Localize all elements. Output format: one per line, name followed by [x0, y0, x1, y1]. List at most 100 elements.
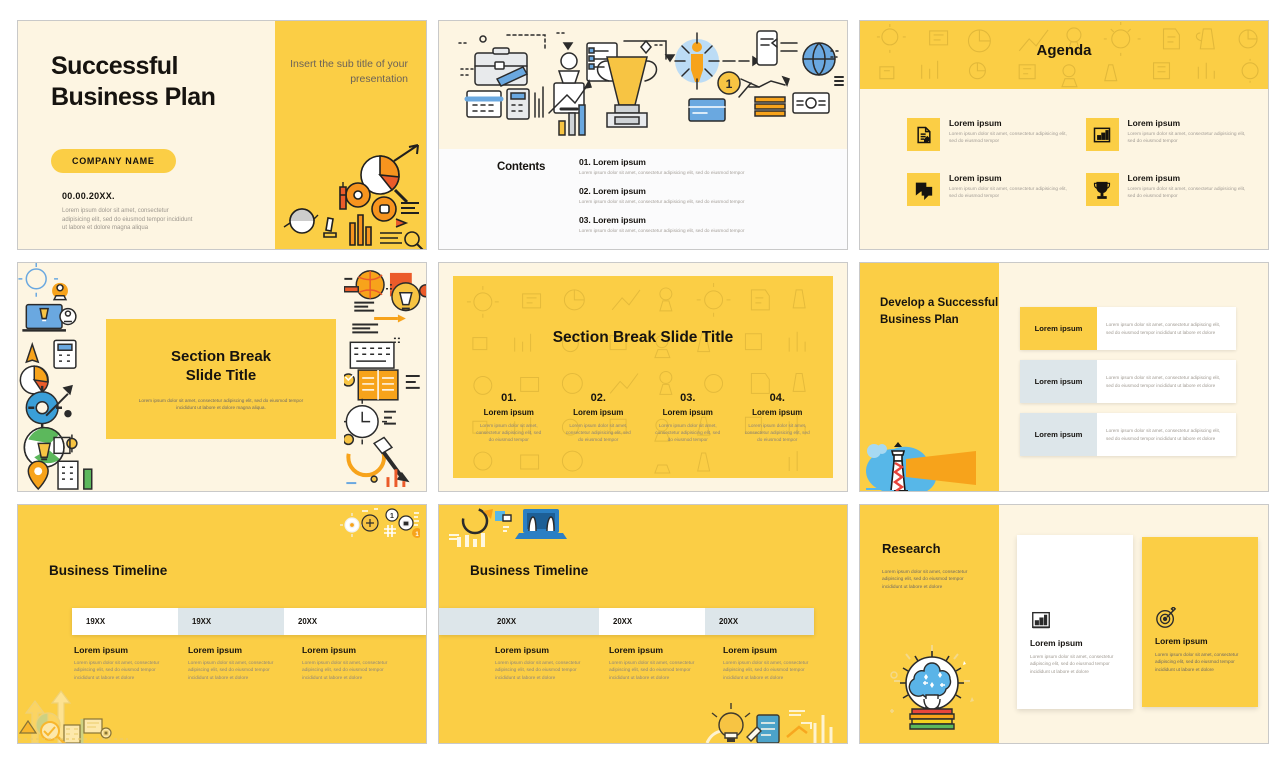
colorful-business-icons-left-art [18, 263, 93, 491]
column-title: Lorem ipsum [609, 645, 663, 655]
timeline-column[interactable]: Lorem ipsum Lorem ipsum dolor sit amet, … [723, 645, 837, 682]
column-body: Lorem ipsum dolor sit amet, consectetur … [188, 661, 274, 681]
item-title: Lorem ipsum [752, 408, 803, 417]
item-number: 01. [501, 392, 517, 404]
timeline-b-canvas: Business Timeline 20XX 20XX 20XX Lorem i… [439, 505, 847, 743]
timeline-year-segment[interactable]: 19XX [72, 608, 178, 635]
page-title: Agenda [1036, 42, 1092, 59]
title-subtitle: Insert the sub title of your presentatio… [290, 58, 408, 86]
agenda-item-body: Lorem ipsum dolor sit amet, consectetur … [949, 187, 1067, 200]
title-body-text: Lorem ipsum dolor sit amet, consectetur … [62, 208, 193, 232]
table-row[interactable]: Lorem ipsum Lorem ipsum dolor sit amet, … [1020, 413, 1236, 456]
page-title: Section Break Slide Title [552, 329, 734, 346]
timeline-column[interactable]: Lorem ipsum Lorem ipsum dolor sit amet, … [74, 645, 188, 682]
timeline-year-segment[interactable]: 20XX [599, 608, 705, 635]
row-body: Lorem ipsum dolor sit amet, consectetur … [1106, 322, 1221, 335]
slide-thumbnail-contents[interactable]: 1 Contents 01. Lorem ipsum Lorem ipsum d… [438, 20, 848, 250]
agenda-item-body: Lorem ipsum dolor sit amet, consectetur … [949, 132, 1067, 145]
list-item[interactable]: 04. Lorem ipsum Lorem ipsum dolor sit am… [736, 392, 820, 443]
list-item[interactable]: 01. Lorem ipsum Lorem ipsum dolor sit am… [467, 392, 551, 443]
timeline-bar: 19XX 19XX 20XX [72, 608, 426, 635]
column-body: Lorem ipsum dolor sit amet, consectetur … [74, 661, 160, 681]
column-title: Lorem ipsum [723, 645, 777, 655]
list-item[interactable]: 03. Lorem ipsum Lorem ipsum dolor sit am… [646, 392, 730, 443]
slide-thumbnail-research[interactable]: Research Lorem ipsum dolor sit amet, con… [859, 504, 1269, 744]
table-row[interactable]: Lorem ipsum Lorem ipsum dolor sit amet, … [1020, 360, 1236, 403]
timeline-year-segment[interactable]: 19XX [178, 608, 284, 635]
brain-lightbulb-on-books-art [890, 645, 974, 730]
agenda-item[interactable]: Lorem ipsum Lorem ipsum dolor sit amet, … [1085, 118, 1251, 151]
column-body: Lorem ipsum dolor sit amet, consectetur … [609, 661, 695, 681]
item-number: 03. [680, 392, 696, 404]
table-row[interactable]: Lorem ipsum Lorem ipsum dolor sit amet, … [1020, 307, 1236, 350]
timeline-year-segment[interactable]: 20XX [705, 608, 814, 635]
bar-chart-icon [1030, 609, 1052, 631]
column-title: Lorem ipsum [188, 645, 242, 655]
agenda-item[interactable]: Lorem ipsum Lorem ipsum dolor sit amet, … [907, 173, 1072, 206]
page-title: Business Timeline [470, 563, 589, 578]
slide-thumbnail-section-break-boxed[interactable]: Section Break Slide Title Lorem ipsum dol… [17, 262, 427, 492]
section-break-box: Section Break Slide Title Lorem ipsum dol… [106, 319, 336, 439]
column-title: Lorem ipsum [74, 645, 128, 655]
slide-thumbnail-business-timeline-a[interactable]: 1 1 Business Timeline 19XX 19XX 20XX Lor… [17, 504, 427, 744]
row-body: Lorem ipsum dolor sit amet, consectetur … [1106, 428, 1221, 441]
timeline-columns: Lorem ipsum Lorem ipsum dolor sit amet, … [74, 645, 416, 682]
agenda-item-title: Lorem ipsum [949, 173, 1002, 183]
timeline-column[interactable]: Lorem ipsum Lorem ipsum dolor sit amet, … [302, 645, 416, 682]
row-label: Lorem ipsum [1020, 360, 1097, 403]
company-name-badge: COMPANY NAME [51, 149, 176, 173]
slide-thumbnail-grid: Insert the sub title of your presentatio… [0, 0, 1280, 760]
agenda-item[interactable]: Lorem ipsum Lorem ipsum dolor sit amet, … [1085, 173, 1251, 206]
item-title: Lorem ipsum [483, 408, 534, 417]
list-item[interactable]: 02. Lorem ipsum Lorem ipsum dolor sit am… [579, 186, 831, 204]
item-body: Lorem ipsum dolor sit amet, consectetur … [565, 423, 631, 443]
column-body: Lorem ipsum dolor sit amet, consectetur … [302, 661, 388, 681]
contents-item-body: Lorem ipsum dolor sit amet, consectetur … [579, 170, 745, 175]
contents-item-title: 03. Lorem ipsum [579, 215, 646, 225]
slide-thumbnail-business-timeline-b[interactable]: Business Timeline 20XX 20XX 20XX Lorem i… [438, 504, 848, 744]
page-title: Business Timeline [49, 563, 168, 578]
item-body: Lorem ipsum dolor sit amet, consectetur … [476, 423, 542, 443]
chat-bubbles-icon [907, 173, 940, 206]
row-label: Lorem ipsum [1020, 413, 1097, 456]
timeline-a-canvas: 1 1 Business Timeline 19XX 19XX 20XX Lor… [18, 505, 426, 743]
slide-thumbnail-develop-plan[interactable]: Develop a Successful Business Plan Lorem… [859, 262, 1269, 492]
page-title: Develop a Successful Business Plan [880, 297, 999, 326]
section-break-panel: Section Break Slide Title 01. Lorem ipsu… [453, 276, 833, 478]
column-title: Lorem ipsum [302, 645, 356, 655]
list-item[interactable]: 03. Lorem ipsum Lorem ipsum dolor sit am… [579, 215, 831, 233]
list-item[interactable]: 01. Lorem ipsum Lorem ipsum dolor sit am… [579, 157, 831, 175]
column-body: Lorem ipsum dolor sit amet, consectetur … [495, 661, 581, 681]
contents-item-body: Lorem ipsum dolor sit amet, consectetur … [579, 228, 745, 233]
timeline-year-segment[interactable]: 20XX [284, 608, 426, 635]
list-item[interactable]: 02. Lorem ipsum Lorem ipsum dolor sit am… [557, 392, 641, 443]
research-card-yellow[interactable]: Lorem ipsum Lorem ipsum dolor sit amet, … [1142, 537, 1258, 707]
develop-left-panel: Develop a Successful Business Plan [860, 263, 999, 491]
bar-chart-icon [1085, 118, 1119, 151]
slide-thumbnail-section-break-four[interactable]: Section Break Slide Title 01. Lorem ipsu… [438, 262, 848, 492]
develop-rows: Lorem ipsum Lorem ipsum dolor sit amet, … [1020, 307, 1236, 466]
row-label: Lorem ipsum [1020, 307, 1097, 350]
card-body: Lorem ipsum dolor sit amet, consectetur … [1155, 652, 1239, 672]
trophy-icon [1085, 173, 1119, 206]
timeline-column[interactable]: Lorem ipsum Lorem ipsum dolor sit amet, … [495, 645, 609, 682]
page-title: Research [882, 541, 941, 556]
timeline-column[interactable]: Lorem ipsum Lorem ipsum dolor sit amet, … [609, 645, 723, 682]
timeline-columns: Lorem ipsum Lorem ipsum dolor sit amet, … [495, 645, 837, 682]
timeline-year-segment[interactable]: 20XX [439, 608, 599, 635]
page-title: Successful Business Plan [51, 52, 216, 111]
laptop-hands-icons-art [449, 507, 567, 547]
slide-thumbnail-agenda[interactable]: Agenda Lorem ipsum Lorem ipsum dolor sit… [859, 20, 1269, 250]
title-right-panel: Insert the sub title of your presentatio… [275, 21, 426, 249]
contents-item-body: Lorem ipsum dolor sit amet, consectetur … [579, 199, 745, 204]
research-card-white[interactable]: Lorem ipsum Lorem ipsum dolor sit amet, … [1017, 535, 1133, 709]
card-title: Lorem ipsum [1155, 636, 1208, 646]
timeline-column[interactable]: Lorem ipsum Lorem ipsum dolor sit amet, … [188, 645, 302, 682]
agenda-item-title: Lorem ipsum [949, 118, 1002, 128]
slide-thumbnail-title[interactable]: Insert the sub title of your presentatio… [17, 20, 427, 250]
target-icon [1155, 605, 1177, 629]
agenda-item[interactable]: Lorem ipsum Lorem ipsum dolor sit amet, … [907, 118, 1072, 151]
column-title: Lorem ipsum [495, 645, 549, 655]
item-title: Lorem ipsum [573, 408, 624, 417]
contents-item-title: 01. Lorem ipsum [579, 157, 646, 167]
